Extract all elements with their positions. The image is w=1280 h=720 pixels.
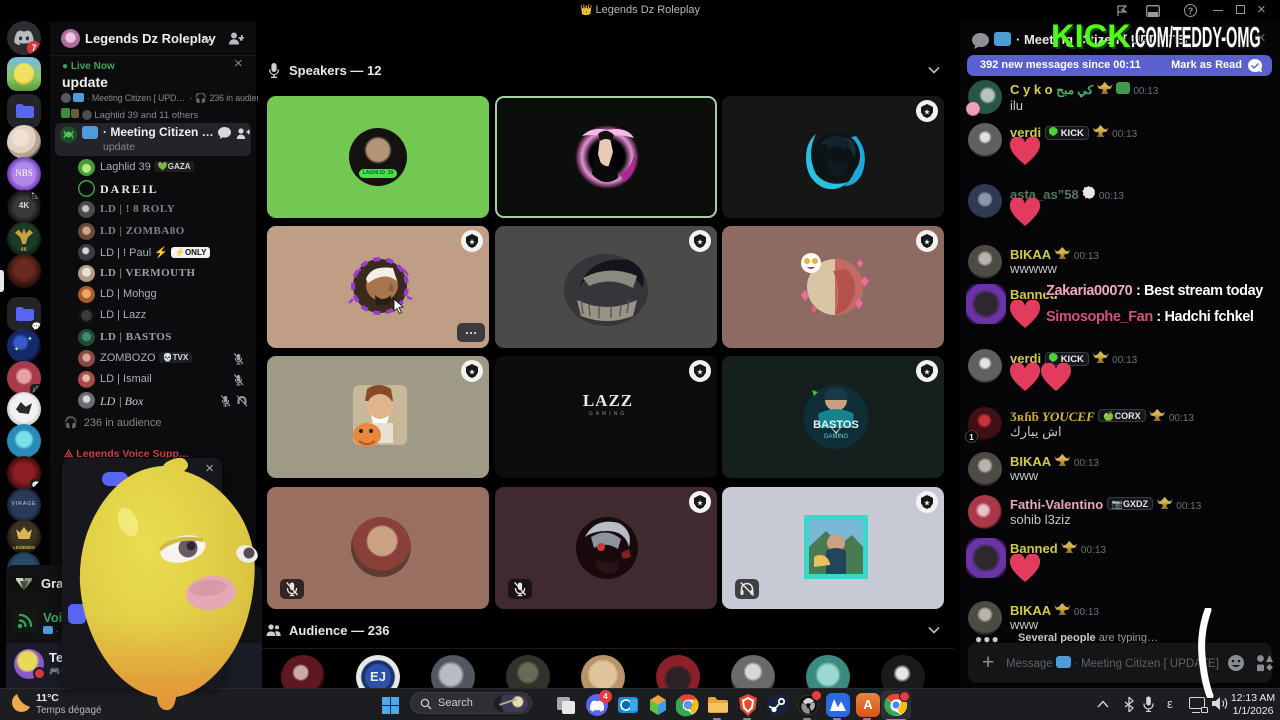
svg-text:GAMING: GAMING	[824, 434, 849, 440]
svg-text:BASTOS: BASTOS	[813, 419, 859, 431]
